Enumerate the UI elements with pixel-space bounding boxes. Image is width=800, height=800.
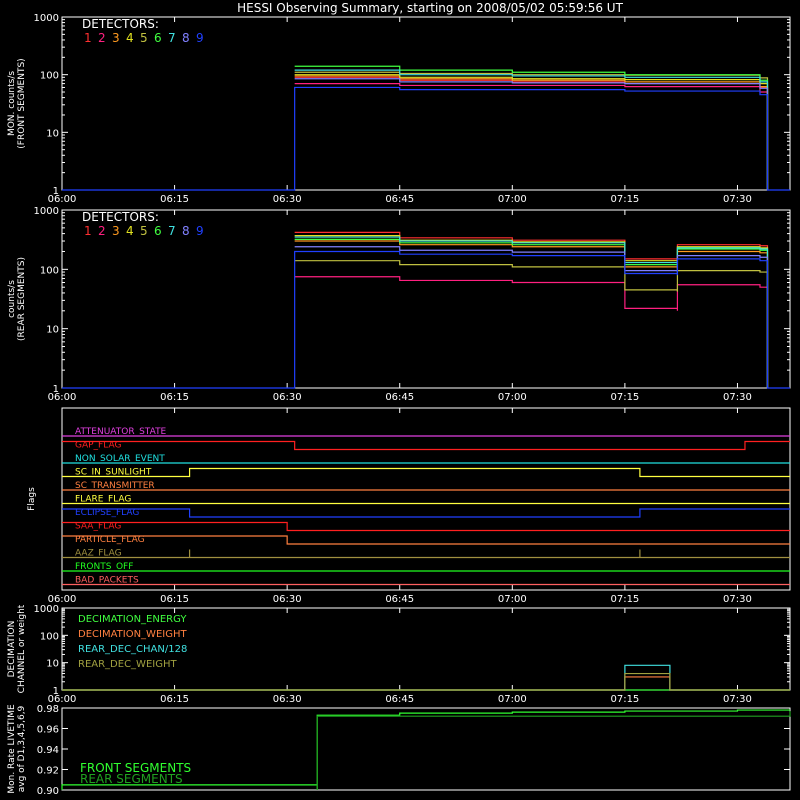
rear-xtick-label: 07:30 xyxy=(723,392,752,403)
decimation-xtick-label: 07:15 xyxy=(610,694,639,705)
front-ylabel: MON. counts/s xyxy=(7,71,17,136)
front-xtick-label: 07:30 xyxy=(723,194,752,205)
rear-xtick-label: 07:00 xyxy=(498,392,527,403)
decimation-ytick-label: 1 xyxy=(53,686,59,697)
front-xtick-label: 06:15 xyxy=(160,194,189,205)
livetime-ytick-label: 0.92 xyxy=(37,766,59,777)
livetime-ytick-label: 0.90 xyxy=(37,786,59,797)
decimation-ytick-label: 100 xyxy=(40,631,59,642)
front-legend-title: DETECTORS: xyxy=(82,17,159,31)
flags-xtick-label: 06:15 xyxy=(160,594,189,605)
hessi-summary-figure: HESSI Observing Summary, starting on 200… xyxy=(0,0,800,800)
front-ytick-label: 100 xyxy=(40,71,59,82)
rear-xtick-label: 06:45 xyxy=(385,392,414,403)
rear-legend-item: 7 xyxy=(168,224,176,238)
figure-title: HESSI Observing Summary, starting on 200… xyxy=(237,1,623,15)
decimation-legend-item: REAR_DEC_WEIGHT xyxy=(78,659,177,670)
decimation-legend-item: REAR_DEC_CHAN/128 xyxy=(78,644,187,655)
decimation-ylabel: DECIMATION xyxy=(7,621,17,678)
flags-ylabel: Flags xyxy=(27,487,37,511)
front-legend-item: 5 xyxy=(140,31,148,45)
livetime-legend-item: REAR SEGMENTS xyxy=(80,772,183,786)
rear-legend-item: 1 xyxy=(84,224,92,238)
livetime-ylabel: avg of D1,3,4,5,6,9 xyxy=(17,705,27,792)
rear-xtick-label: 06:30 xyxy=(273,392,302,403)
front-legend-item: 3 xyxy=(112,31,120,45)
decimation-xtick-label: 06:15 xyxy=(160,694,189,705)
livetime-ytick-label: 0.96 xyxy=(37,725,59,736)
rear-legend-item: 6 xyxy=(154,224,162,238)
rear-ytick-label: 10 xyxy=(46,325,59,336)
rear-ylabel: counts/s xyxy=(7,280,17,318)
front-legend-item: 7 xyxy=(168,31,176,45)
front-ytick-label: 10 xyxy=(46,128,59,139)
decimation-ytick-label: 10 xyxy=(46,659,59,670)
decimation-xtick-label: 07:00 xyxy=(498,694,527,705)
rear-legend-item: 5 xyxy=(140,224,148,238)
livetime-ylabel: Mon. Rate LIVETIME xyxy=(7,704,17,794)
front-ytick-label: 1 xyxy=(53,186,59,197)
front-xtick-label: 06:30 xyxy=(273,194,302,205)
rear-legend-title: DETECTORS: xyxy=(82,210,159,224)
front-ylabel: (FRONT SEGMENTS) xyxy=(17,58,27,148)
front-legend-item: 9 xyxy=(196,31,204,45)
rear-ytick-label: 1 xyxy=(53,384,59,395)
front-xtick-label: 07:15 xyxy=(610,194,639,205)
flags-xtick-label: 06:45 xyxy=(385,594,414,605)
front-legend-item: 8 xyxy=(182,31,190,45)
front-xtick-label: 07:00 xyxy=(498,194,527,205)
front-legend-item: 4 xyxy=(126,31,134,45)
rear-legend-item: 3 xyxy=(112,224,120,238)
rear-ylabel: (REAR SEGMENTS) xyxy=(17,257,27,341)
rear-xtick-label: 07:15 xyxy=(610,392,639,403)
front-ytick-label: 1000 xyxy=(34,13,59,24)
rear-ytick-label: 1000 xyxy=(34,206,59,217)
rear-ytick-label: 100 xyxy=(40,265,59,276)
decimation-xtick-label: 07:30 xyxy=(723,694,752,705)
flags-xtick-label: 07:30 xyxy=(723,594,752,605)
front-legend-item: 1 xyxy=(84,31,92,45)
decimation-legend-item: DECIMATION_ENERGY xyxy=(78,614,187,625)
front-legend-item: 6 xyxy=(154,31,162,45)
rear-legend-item: 2 xyxy=(98,224,106,238)
decimation-xtick-label: 06:30 xyxy=(273,694,302,705)
rear-legend-item: 9 xyxy=(196,224,204,238)
front-xtick-label: 06:45 xyxy=(385,194,414,205)
rear-legend-item: 8 xyxy=(182,224,190,238)
flags-xtick-label: 06:30 xyxy=(273,594,302,605)
rear-legend-item: 4 xyxy=(126,224,134,238)
rear-xtick-label: 06:15 xyxy=(160,392,189,403)
decimation-ytick-label: 1000 xyxy=(34,604,59,615)
flags-xtick-label: 07:15 xyxy=(610,594,639,605)
livetime-ytick-label: 0.94 xyxy=(37,745,59,756)
decimation-ylabel: CHANNEL or weight xyxy=(17,604,27,693)
front-legend-item: 2 xyxy=(98,31,106,45)
decimation-legend-item: DECIMATION_WEIGHT xyxy=(78,629,187,640)
flags-xtick-label: 07:00 xyxy=(498,594,527,605)
decimation-xtick-label: 06:45 xyxy=(385,694,414,705)
livetime-ytick-label: 0.98 xyxy=(37,704,59,715)
